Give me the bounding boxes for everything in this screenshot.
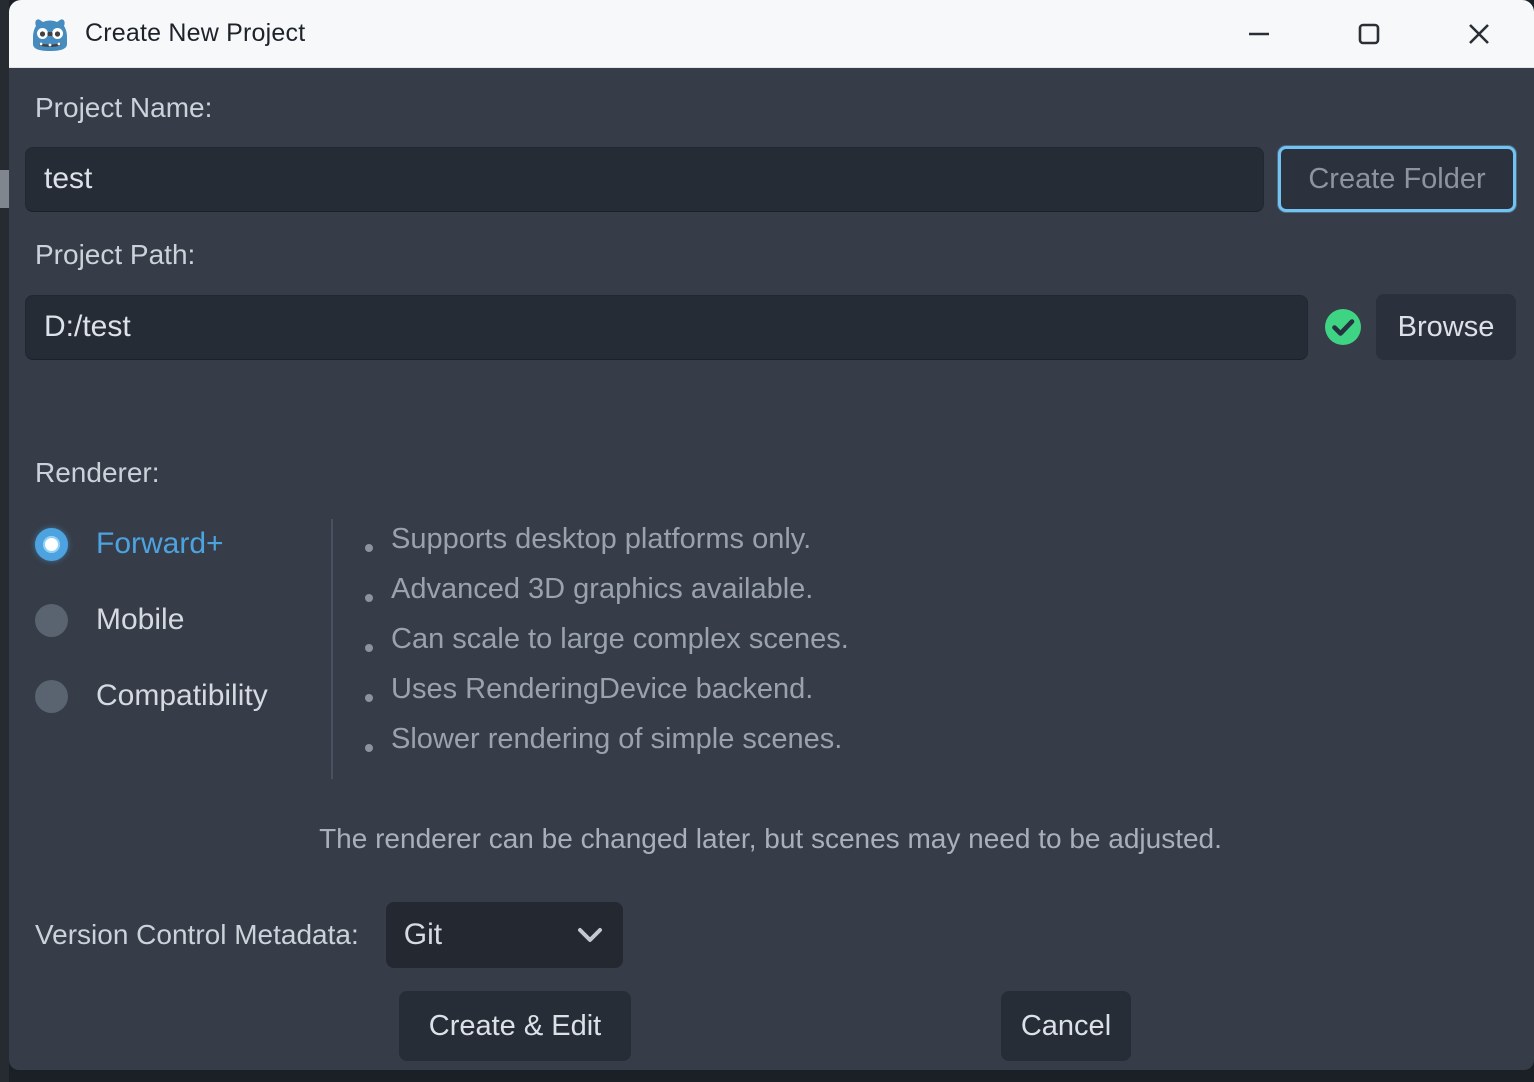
renderer-option-forward-plus[interactable]: Forward+ xyxy=(35,520,331,568)
dialog-actions: Create & Edit Cancel xyxy=(25,991,1516,1061)
renderer-option-compatibility[interactable]: Compatibility xyxy=(35,672,331,720)
screen: Create New Project Project Name: Create … xyxy=(0,0,1534,1082)
close-button[interactable] xyxy=(1424,0,1534,67)
feature-text: Supports desktop platforms only. xyxy=(391,523,812,555)
renderer-option-label: Mobile xyxy=(96,603,185,636)
titlebar[interactable]: Create New Project xyxy=(9,0,1534,68)
bullet-icon xyxy=(365,644,373,652)
feature-text: Slower rendering of simple scenes. xyxy=(391,723,843,755)
renderer-feature-list: Supports desktop platforms only. Advance… xyxy=(333,517,849,779)
version-control-dropdown[interactable]: Git xyxy=(385,902,623,968)
minimize-icon xyxy=(1249,32,1269,35)
project-path-row: Browse xyxy=(25,294,1516,360)
renderer-options-block: Forward+ Mobile Compatibility Supports d… xyxy=(35,517,1516,779)
feature-text: Advanced 3D graphics available. xyxy=(391,573,814,605)
cancel-button[interactable]: Cancel xyxy=(1001,991,1131,1061)
create-new-project-dialog: Create New Project Project Name: Create … xyxy=(9,0,1534,1070)
radio-selected-icon xyxy=(35,527,68,561)
renderer-option-label: Forward+ xyxy=(96,527,224,560)
renderer-option-label: Compatibility xyxy=(96,679,268,712)
window-title: Create New Project xyxy=(85,19,306,47)
radio-unselected-icon xyxy=(35,603,68,637)
background-scrollbar-thumb xyxy=(0,170,9,208)
create-and-edit-button[interactable]: Create & Edit xyxy=(399,991,631,1061)
window-controls xyxy=(1204,0,1534,67)
renderer-radio-column: Forward+ Mobile Compatibility xyxy=(35,517,331,779)
dialog-body: Project Name: Create Folder Project Path… xyxy=(9,68,1534,1070)
maximize-icon xyxy=(1358,23,1380,44)
background-window-edge xyxy=(0,0,9,1082)
renderer-label: Renderer: xyxy=(35,457,160,488)
list-item: Supports desktop platforms only. xyxy=(365,523,849,573)
version-control-row: Version Control Metadata: Git xyxy=(35,902,1516,968)
radio-unselected-icon xyxy=(35,679,68,713)
bullet-icon xyxy=(365,744,373,752)
feature-text: Can scale to large complex scenes. xyxy=(391,623,849,655)
project-path-input[interactable] xyxy=(25,294,1308,360)
bullet-icon xyxy=(365,594,373,602)
feature-text: Uses RenderingDevice backend. xyxy=(391,673,814,705)
project-name-row: Create Folder xyxy=(25,146,1516,212)
list-item: Uses RenderingDevice backend. xyxy=(365,673,849,723)
renderer-note: The renderer can be changed later, but s… xyxy=(319,823,1222,854)
chevron-down-icon xyxy=(577,928,602,942)
list-item: Advanced 3D graphics available. xyxy=(365,573,849,623)
list-item: Slower rendering of simple scenes. xyxy=(365,723,849,773)
browse-button[interactable]: Browse xyxy=(1376,294,1516,360)
project-name-label: Project Name: xyxy=(35,92,213,123)
godot-logo-icon xyxy=(33,18,67,51)
close-icon xyxy=(1469,23,1489,44)
renderer-option-mobile[interactable]: Mobile xyxy=(35,596,331,644)
minimize-button[interactable] xyxy=(1204,0,1314,67)
project-path-label: Project Path: xyxy=(35,239,196,270)
version-control-label: Version Control Metadata: xyxy=(35,919,359,950)
path-valid-check-icon xyxy=(1325,309,1361,345)
bullet-icon xyxy=(365,544,373,552)
list-item: Can scale to large complex scenes. xyxy=(365,623,849,673)
project-name-input[interactable] xyxy=(25,146,1264,212)
version-control-selected-value: Git xyxy=(403,918,443,951)
bullet-icon xyxy=(365,694,373,702)
maximize-button[interactable] xyxy=(1314,0,1424,67)
create-folder-button[interactable]: Create Folder xyxy=(1278,146,1516,212)
